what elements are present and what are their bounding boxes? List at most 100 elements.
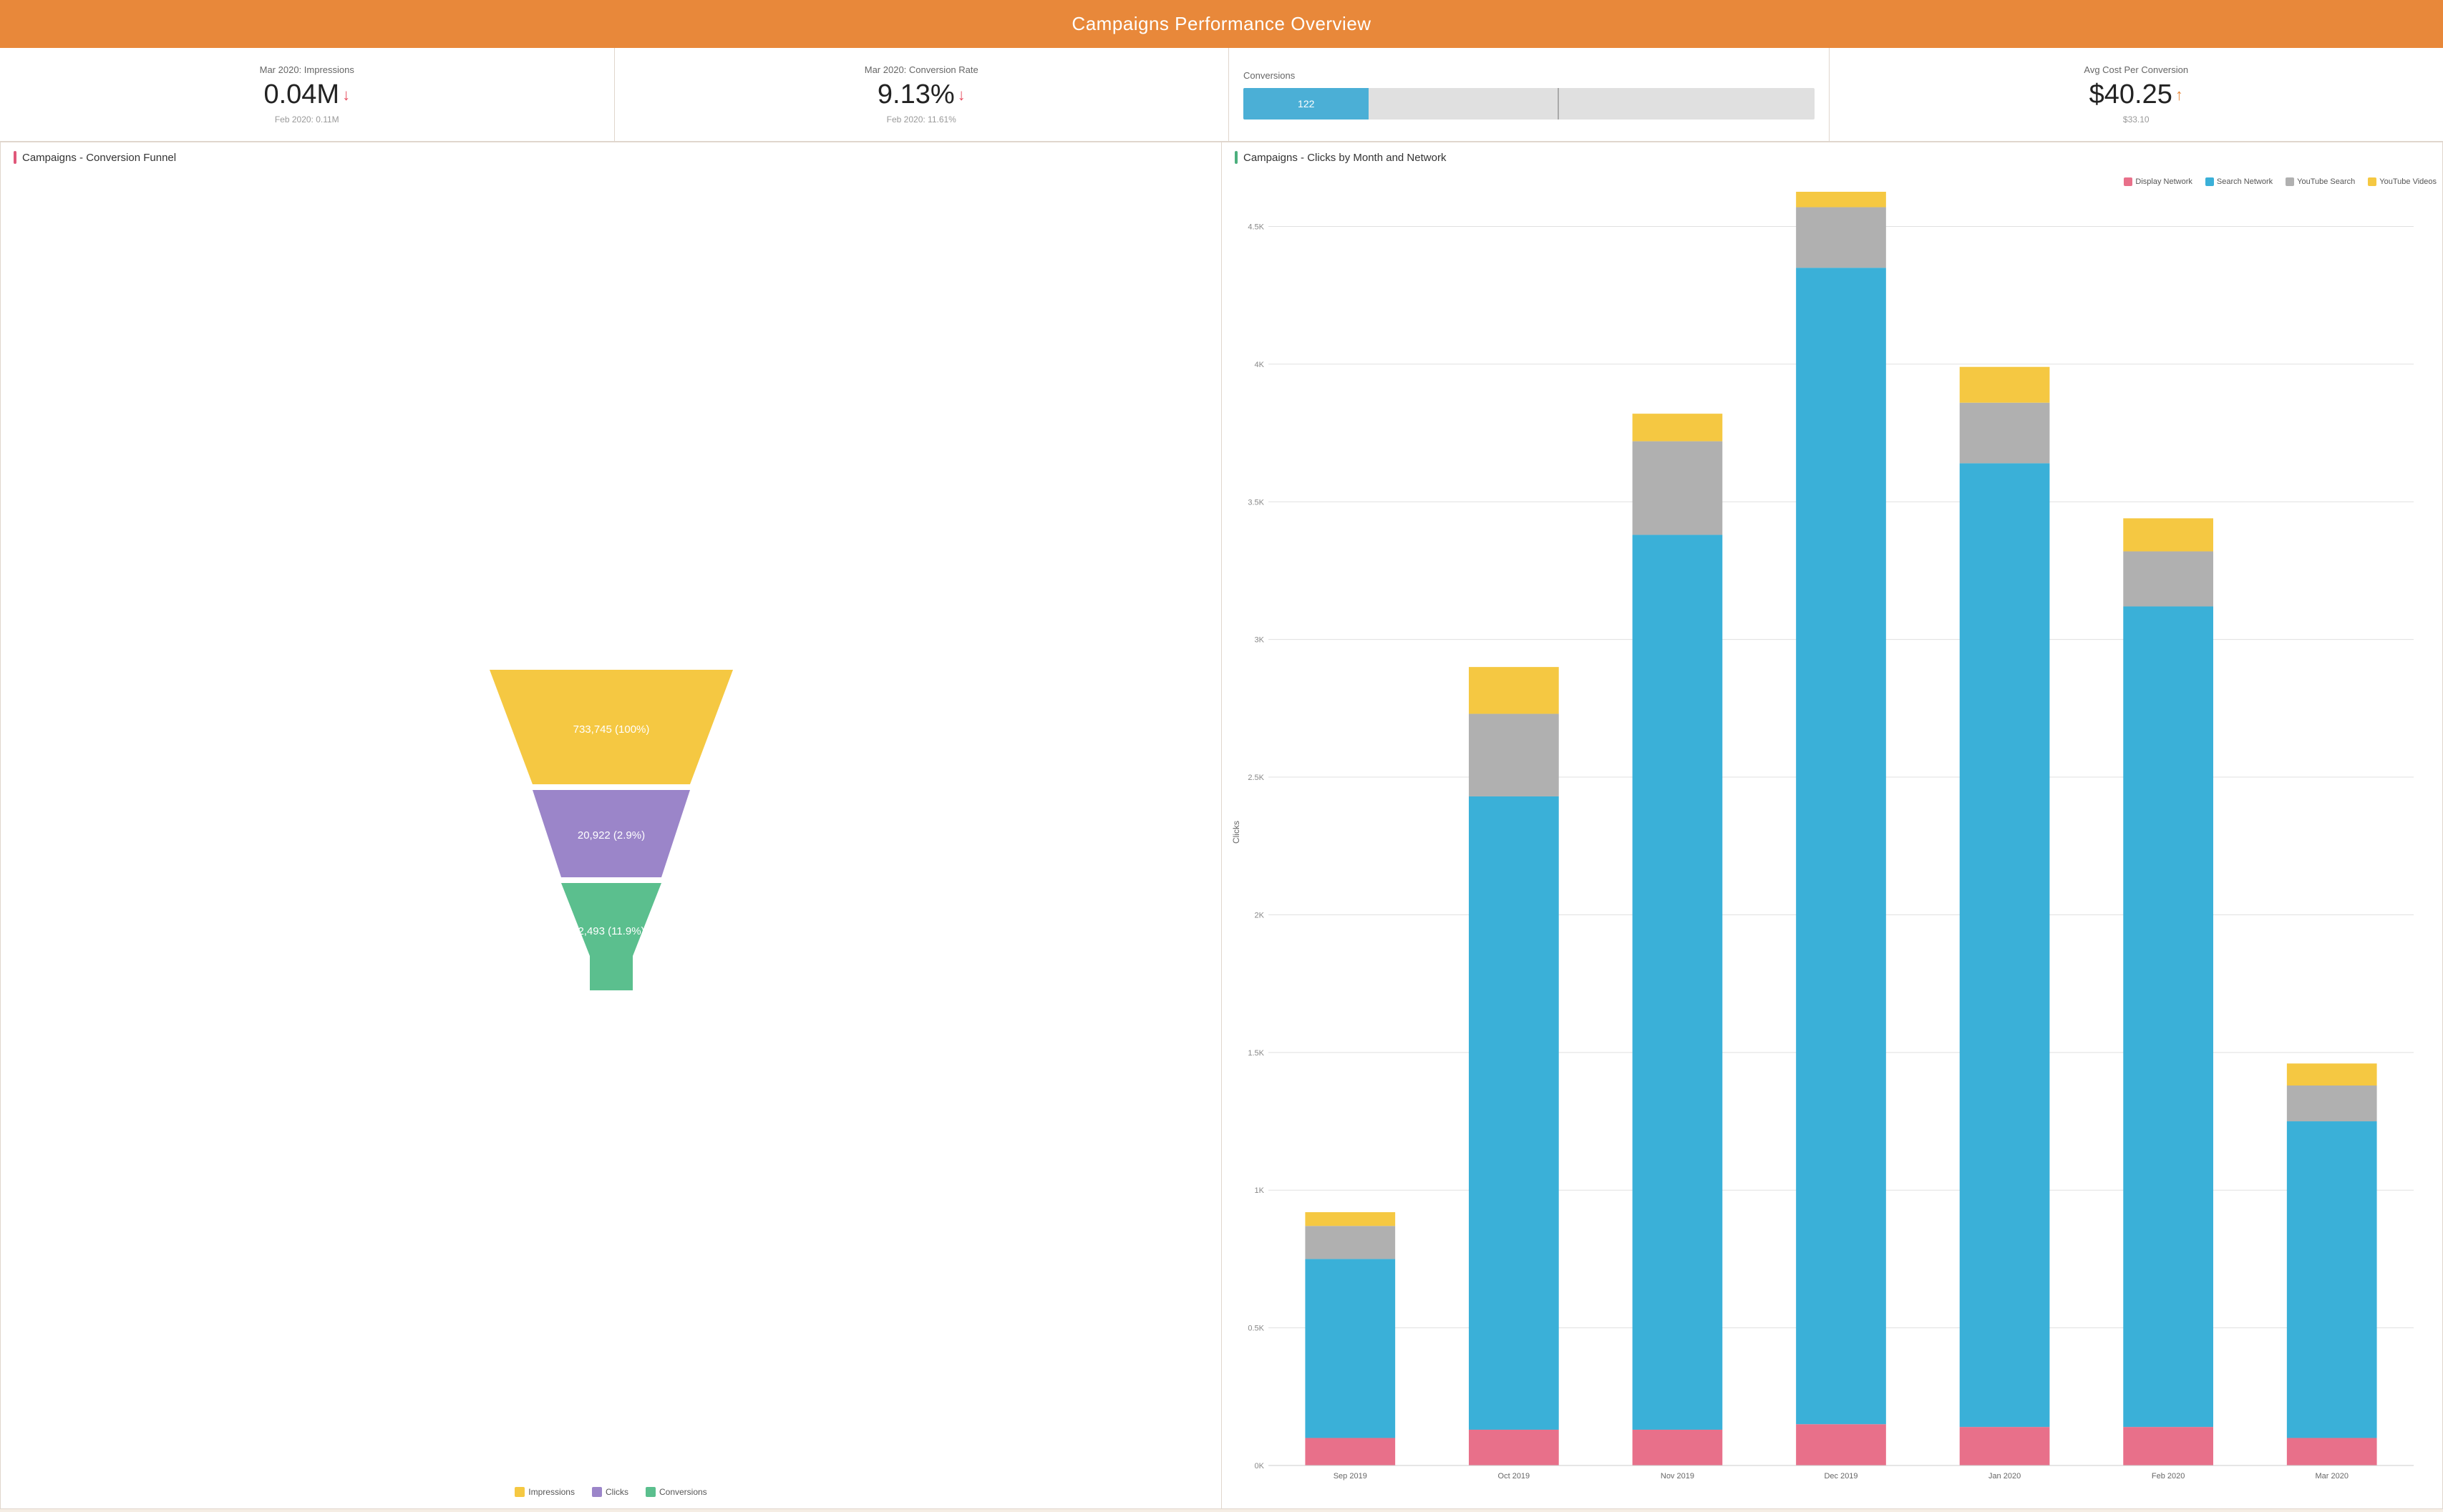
bar-segment [2123,552,2213,607]
bar-segment [2287,1121,2377,1438]
legend-clicks-label: Clicks [606,1487,628,1497]
legend-yt-search-dot [2286,177,2294,186]
legend-yt-videos: YouTube Videos [2368,177,2437,186]
kpi-conversions: Conversions 122 [1229,48,1830,141]
bar-chart-accent-bar [1235,151,1238,164]
legend-search-network: Search Network [2205,177,2273,186]
conversions-bar-fill: 122 [1243,88,1369,120]
legend-clicks-dot [592,1487,602,1497]
legend-yt-video-dot [2368,177,2376,186]
impressions-label: Mar 2020: Impressions [260,64,354,75]
funnel-header: Campaigns - Conversion Funnel [1,142,1221,175]
avg-cost-value: $40.25 ↑ [2089,79,2183,110]
legend-conversions-dot [646,1487,656,1497]
funnel-title: Campaigns - Conversion Funnel [22,152,176,164]
bar-segment [1960,403,2050,464]
legend-conversions: Conversions [646,1487,707,1497]
page-title: Campaigns Performance Overview [1072,13,1371,34]
conversions-label: Conversions [1243,70,1815,81]
funnel-panel: Campaigns - Conversion Funnel 733,745 (1… [0,142,1221,1509]
conversions-bar: 122 [1243,88,1815,120]
bar-segment [2123,518,2213,551]
chart-legend: Display Network Search Network YouTube S… [1222,175,2442,192]
bar-segment [1305,1259,1395,1438]
x-tick-label: Dec 2019 [1824,1472,1857,1481]
legend-display-label: Display Network [2135,177,2192,186]
y-axis-label: Clicks [1231,821,1241,844]
impressions-value: 0.04M ↓ [263,79,350,110]
y-tick-label: 4.5K [1248,223,1264,231]
bottom-row: Campaigns - Conversion Funnel 733,745 (1… [0,142,2443,1509]
legend-clicks: Clicks [592,1487,628,1497]
kpi-impressions: Mar 2020: Impressions 0.04M ↓ Feb 2020: … [0,48,615,141]
y-tick-label: 3K [1255,636,1265,645]
y-tick-label: 1K [1255,1186,1265,1195]
bar-chart-svg: 0K0.5K1K1.5K2K2.5K3K3.5K4K4.5KClicksSep … [1229,192,2428,1508]
bar-segment [2123,606,2213,1427]
conversion-rate-value: 9.13% ↓ [878,79,966,110]
y-tick-label: 2K [1255,911,1265,920]
legend-conversions-label: Conversions [659,1487,707,1497]
bar-segment [2287,1086,2377,1121]
funnel-legend: Impressions Clicks Conversions [1,1480,1221,1508]
impressions-sub: Feb 2020: 0.11M [275,114,339,125]
y-tick-label: 0K [1255,1462,1265,1470]
kpi-row: Mar 2020: Impressions 0.04M ↓ Feb 2020: … [0,48,2443,142]
funnel-area: 733,745 (100%) 20,922 (2.9%) 2,493 (11.9… [1,175,1221,1480]
funnel-svg: 733,745 (100%) 20,922 (2.9%) 2,493 (11.9… [475,655,747,999]
x-tick-label: Jan 2020 [1988,1472,2021,1481]
bar-segment [1796,268,1886,1424]
y-tick-label: 2.5K [1248,774,1264,782]
legend-display-dot [2124,177,2132,186]
bar-segment [1633,535,1723,1430]
x-tick-label: Feb 2020 [2152,1472,2185,1481]
conversions-bar-divider [1558,88,1559,120]
bar-chart-header: Campaigns - Clicks by Month and Network [1222,142,2442,175]
bar-segment [1305,1212,1395,1226]
kpi-avg-cost: Avg Cost Per Conversion $40.25 ↑ $33.10 [1830,48,2443,141]
bar-segment [1469,667,1559,713]
bar-segment [1960,367,2050,403]
bar-segment [1960,463,2050,1427]
funnel-conversions-stem [590,955,633,990]
bar-segment [1305,1438,1395,1465]
funnel-conversions-segment [561,883,661,956]
x-tick-label: Sep 2019 [1334,1472,1367,1481]
y-tick-label: 3.5K [1248,498,1264,507]
avg-cost-trend-icon: ↑ [2175,86,2183,104]
funnel-accent-bar [14,151,16,164]
conversions-value: 122 [1298,98,1314,109]
bar-segment [1633,442,1723,535]
avg-cost-label: Avg Cost Per Conversion [2084,64,2188,75]
funnel-clicks-label: 20,922 (2.9%) [577,829,644,842]
legend-display-network: Display Network [2124,177,2192,186]
bar-segment [1633,1430,1723,1465]
x-tick-label: Oct 2019 [1498,1472,1530,1481]
bar-segment [1469,714,1559,796]
bar-chart-area: 0K0.5K1K1.5K2K2.5K3K3.5K4K4.5KClicksSep … [1222,192,2442,1508]
bar-segment [1796,208,1886,268]
bar-segment [1633,414,1723,441]
avg-cost-sub: $33.10 [2123,114,2150,125]
y-tick-label: 4K [1255,361,1265,369]
bar-segment [1469,1430,1559,1465]
legend-yt-video-label: YouTube Videos [2379,177,2437,186]
funnel-conversions-label: 2,493 (11.9%) [578,925,644,937]
legend-yt-search-label: YouTube Search [2297,177,2355,186]
legend-search-label: Search Network [2217,177,2273,186]
bar-segment [1305,1226,1395,1259]
bar-segment [1469,796,1559,1430]
legend-search-dot [2205,177,2214,186]
x-tick-label: Mar 2020 [2315,1472,2348,1481]
y-tick-label: 0.5K [1248,1325,1264,1333]
conversion-rate-trend-icon: ↓ [958,86,966,104]
bar-segment [1960,1427,2050,1465]
funnel-impressions-label: 733,745 (100%) [573,723,649,736]
bar-segment [1796,1424,1886,1465]
legend-impressions-label: Impressions [528,1487,575,1497]
bar-segment [1796,192,1886,208]
legend-impressions: Impressions [515,1487,575,1497]
legend-yt-search: YouTube Search [2286,177,2355,186]
bar-segment [2123,1427,2213,1465]
x-tick-label: Nov 2019 [1661,1472,1694,1481]
